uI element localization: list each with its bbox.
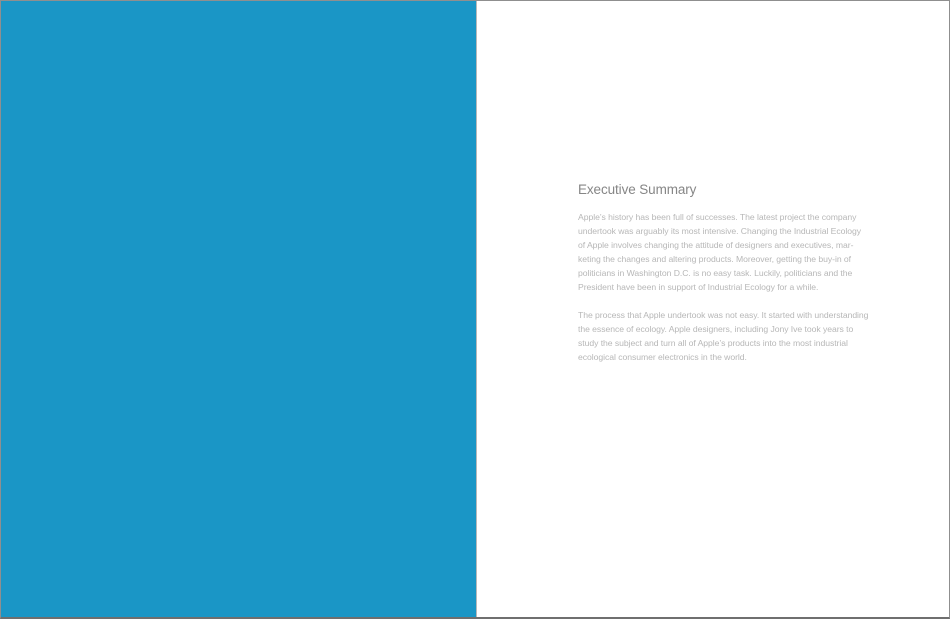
executive-summary-title: Executive Summary <box>578 182 697 197</box>
right-page: Executive Summary Apple’s history has be… <box>477 1 949 617</box>
document-spread: Executive Summary Apple’s history has be… <box>0 0 950 619</box>
executive-summary-section: Executive Summary Apple’s history has be… <box>578 181 870 378</box>
summary-paragraph-1: Apple’s history has been full of success… <box>578 212 862 292</box>
left-page-blue-panel <box>1 1 476 617</box>
summary-paragraph-2: The process that Apple undertook was not… <box>578 310 869 362</box>
